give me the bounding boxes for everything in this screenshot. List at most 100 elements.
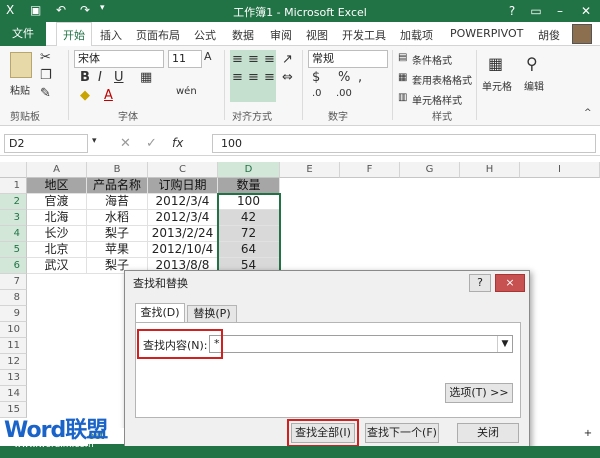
cell-styles-icon[interactable]: ▥ [398,92,407,103]
user-name[interactable]: 胡俊 [538,27,560,43]
dialog-close-icon[interactable]: × [495,274,525,292]
format-table-icon[interactable]: ▦ [398,72,407,83]
font-color-icon[interactable]: A [104,88,113,103]
row-header[interactable]: 11 [0,338,27,354]
tab-find[interactable]: 查找(D) [135,303,185,323]
decrease-decimal-icon[interactable]: .00 [336,88,352,99]
format-table-button[interactable]: 套用表格格式 [412,72,472,87]
column-header[interactable]: A [27,162,87,178]
avatar[interactable] [572,24,592,44]
column-header[interactable]: I [520,162,600,178]
data-cell[interactable]: 苹果 [87,242,148,258]
italic-button[interactable]: I [98,70,102,85]
row-header-selected[interactable]: 2 [0,194,27,210]
name-box[interactable]: D2 [4,134,88,153]
conditional-format-button[interactable]: 条件格式 [412,52,452,67]
data-cell[interactable]: 长沙 [27,226,87,242]
cells-button[interactable]: 单元格 [482,78,512,93]
help-icon[interactable]: ? [500,2,524,20]
cut-icon[interactable]: ✂ [40,50,51,65]
border-icon[interactable]: ▦ [140,70,152,85]
tab-data[interactable]: 数据 [232,27,254,43]
tab-review[interactable]: 审阅 [270,27,292,43]
align-left-icon[interactable]: ≡ [232,70,243,85]
data-cell[interactable]: 梨子 [87,226,148,242]
data-cell[interactable]: 2012/10/4 [148,242,218,258]
column-header[interactable]: H [460,162,520,178]
data-cell[interactable]: 水稻 [87,210,148,226]
row-header[interactable]: 7 [0,274,27,290]
data-cell[interactable]: 北京 [27,242,87,258]
currency-button[interactable]: $ [312,70,320,85]
increase-decimal-icon[interactable]: .0 [312,88,322,99]
enter-icon[interactable]: ✓ [146,136,157,151]
insert-function-button[interactable]: fx [172,136,183,150]
data-cell[interactable]: 武汉 [27,258,87,274]
paste-icon[interactable] [10,52,32,78]
font-name-select[interactable]: 宋体 [74,50,164,68]
bottom-align-icon[interactable]: ≡ [264,52,275,67]
percent-button[interactable]: % [338,70,350,85]
data-cell[interactable]: 2012/3/4 [148,194,218,210]
format-painter-icon[interactable]: ✎ [40,86,51,101]
header-cell[interactable]: 订购日期 [148,178,218,194]
data-cell[interactable]: 海苔 [87,194,148,210]
find-what-input[interactable]: * [209,335,513,353]
top-align-icon[interactable]: ≡ [232,52,243,67]
header-cell[interactable]: 数量 [218,178,280,194]
data-cell[interactable]: 2013/2/24 [148,226,218,242]
merge-center-icon[interactable]: ⇔ [282,70,293,85]
bold-button[interactable]: B [80,70,90,85]
zoom-in-icon[interactable]: + [580,428,596,444]
column-header[interactable]: E [280,162,340,178]
column-header[interactable]: C [148,162,218,178]
select-all-corner[interactable] [0,162,27,178]
number-format-select[interactable]: 常规 [308,50,388,68]
cells-icon[interactable]: ▦ [488,54,503,73]
row-header-selected[interactable]: 5 [0,242,27,258]
editing-button[interactable]: 编辑 [524,78,544,93]
row-header-selected[interactable]: 3 [0,210,27,226]
row-header-selected[interactable]: 4 [0,226,27,242]
middle-align-icon[interactable]: ≡ [248,52,259,67]
ribbon-display-icon[interactable]: ▭ [524,2,548,20]
tab-insert[interactable]: 插入 [100,27,122,43]
cell-styles-button[interactable]: 单元格样式 [412,92,462,107]
tab-addins[interactable]: 加载项 [400,27,433,43]
tab-home[interactable]: 开始 [56,22,92,47]
row-header-selected[interactable]: 6 [0,258,27,274]
data-cell[interactable]: 北海 [27,210,87,226]
paste-button[interactable]: 粘贴 [10,82,30,97]
row-header[interactable]: 13 [0,370,27,386]
formula-input[interactable]: 100 [212,134,596,153]
tab-formulas[interactable]: 公式 [194,27,216,43]
underline-button[interactable]: U [114,70,124,85]
collapse-ribbon-icon[interactable]: ^ [584,108,592,118]
close-window-icon[interactable]: ✕ [574,2,598,20]
find-next-button[interactable]: 查找下一个(F) [365,423,439,443]
options-button[interactable]: 选项(T) >> [445,383,513,403]
tab-replace[interactable]: 替换(P) [187,305,237,323]
row-header[interactable]: 8 [0,290,27,306]
tab-view[interactable]: 视图 [306,27,328,43]
row-header[interactable]: 14 [0,386,27,402]
comma-button[interactable]: , [358,70,362,85]
tab-page-layout[interactable]: 页面布局 [136,27,180,43]
conditional-format-icon[interactable]: ▤ [398,52,407,63]
name-box-dropdown-icon[interactable]: ▾ [92,136,97,146]
minimize-icon[interactable]: – [548,2,572,20]
editing-icon[interactable]: ⚲ [526,54,538,73]
row-header[interactable]: 10 [0,322,27,338]
fill-color-icon[interactable]: ◆ [80,88,90,103]
cancel-icon[interactable]: ✕ [120,136,131,151]
tab-file[interactable]: 文件 [0,22,46,46]
row-header[interactable]: 1 [0,178,27,194]
phonetic-button[interactable]: wén [176,86,197,97]
column-header[interactable]: G [400,162,460,178]
find-what-dropdown-icon[interactable]: ▼ [497,336,512,352]
tab-powerpivot[interactable]: POWERPIVOT [450,27,523,40]
header-cell[interactable]: 地区 [27,178,87,194]
column-header-selected[interactable]: D [218,162,280,178]
close-button[interactable]: 关闭 [457,423,519,443]
data-cell[interactable]: 官渡 [27,194,87,210]
